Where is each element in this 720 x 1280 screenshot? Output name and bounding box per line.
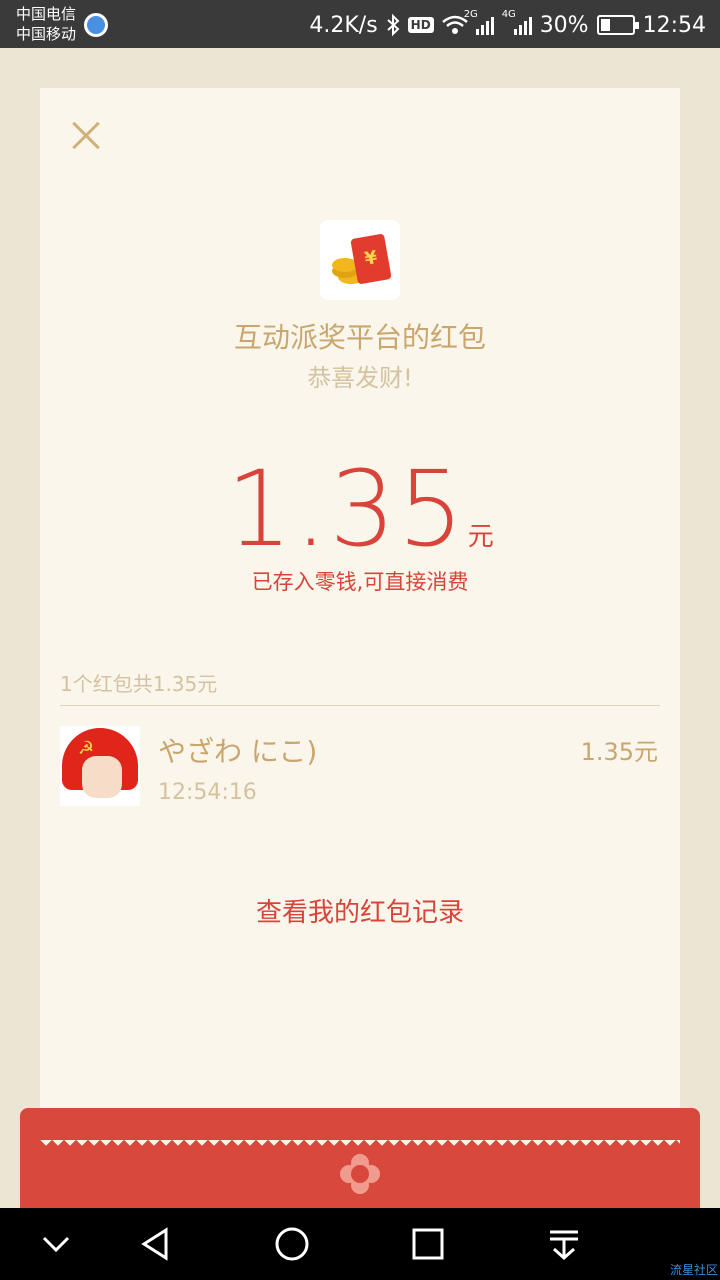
greeting-text: 恭喜发财! <box>307 364 413 392</box>
avatar: ☭ <box>60 726 140 806</box>
back-icon[interactable] <box>136 1224 176 1264</box>
receiver-name: やざわ にこ) <box>158 735 318 768</box>
carrier-1: 中国电信 <box>16 5 77 23</box>
chevron-down-icon[interactable] <box>36 1224 76 1264</box>
watermark: 流星社区 <box>669 1263 718 1277</box>
sender-title: 互动派奖平台的红包 <box>233 321 486 354</box>
network-speed: 4.2K/s <box>309 12 378 38</box>
status-bar: 中国电信 中国移动 4.2K/s HD 2G 4G 30% 12:54 <box>0 0 720 48</box>
signal-4g-icon: 4G <box>502 9 532 35</box>
amount-display: 1.35元 <box>40 448 680 570</box>
hd-badge: HD <box>407 17 434 33</box>
amount-value: 1.35 <box>226 448 466 570</box>
signal-2g-icon: 2G <box>464 9 494 35</box>
carrier-labels: 中国电信 中国移动 <box>16 4 76 44</box>
flower-icon <box>340 1154 380 1194</box>
bluetooth-icon <box>387 13 400 37</box>
receive-amount: 1.35元 <box>580 738 658 766</box>
view-records-link[interactable]: 查看我的红包记录 <box>40 892 680 929</box>
receive-time: 12:54:16 <box>158 780 257 805</box>
status-right: 4.2K/s HD 2G 4G 30% 12:54 <box>309 9 706 39</box>
recents-icon[interactable] <box>408 1224 448 1264</box>
battery-percent: 30% <box>539 12 589 38</box>
zigzag-edge <box>40 1140 680 1148</box>
amount-unit: 元 <box>467 522 494 552</box>
clock: 12:54 <box>642 12 706 38</box>
red-packet-card: ¥ 互动派奖平台的红包 恭喜发财! 1.35元 已存入零钱,可直接消费 1个红包… <box>40 88 680 1148</box>
red-envelope-icon: ¥ <box>320 220 400 300</box>
navigation-bar: 流星社区 <box>0 1208 720 1280</box>
home-icon[interactable] <box>272 1224 312 1264</box>
pull-down-icon[interactable] <box>544 1224 584 1264</box>
carrier-2: 中国移动 <box>16 25 77 43</box>
notification-app-icon <box>84 13 108 37</box>
divider <box>60 705 660 706</box>
battery-icon <box>596 15 639 35</box>
packet-summary: 1个红包共1.35元 <box>60 672 218 696</box>
close-icon[interactable] <box>66 116 106 156</box>
saved-note: 已存入零钱,可直接消费 <box>251 570 469 594</box>
list-item[interactable]: ☭ やざわ にこ) 12:54:16 1.35元 <box>60 726 660 808</box>
